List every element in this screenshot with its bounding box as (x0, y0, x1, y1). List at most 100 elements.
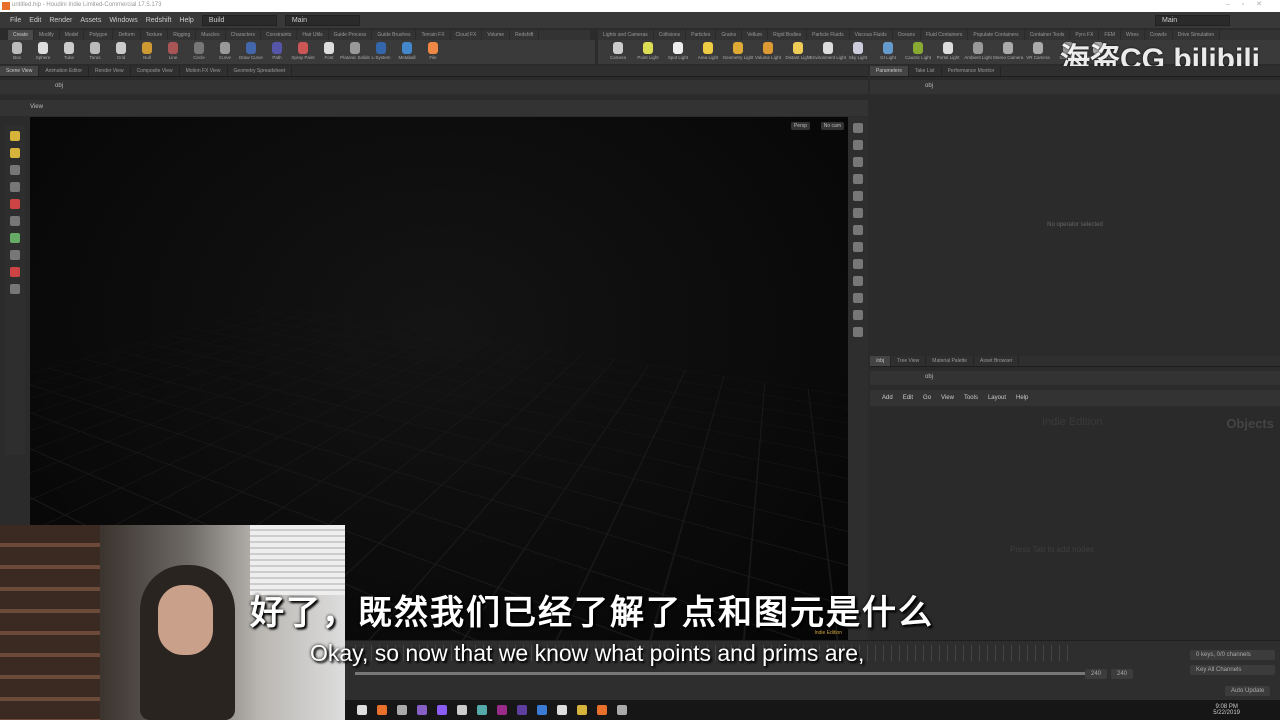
grid-icon[interactable] (853, 310, 863, 320)
pane-tab-0[interactable]: Scene View (0, 66, 40, 76)
handle-tool-icon[interactable] (10, 182, 20, 192)
visual-studio-icon[interactable] (417, 705, 427, 715)
param-path-bar[interactable]: obj (870, 80, 1280, 94)
pose-tool-icon[interactable] (10, 165, 20, 175)
numbers-icon[interactable] (853, 276, 863, 286)
shelf-tab-right-3[interactable]: Grains (716, 30, 743, 40)
shelf-tab-right-9[interactable]: Fluid Containers (921, 30, 969, 40)
tool-null[interactable]: Null (138, 42, 156, 62)
display-icon[interactable] (853, 123, 863, 133)
snap-magnet-icon[interactable] (10, 267, 20, 277)
shelf-tab-0[interactable]: Create (8, 30, 35, 40)
camera-button[interactable]: No cam (820, 122, 844, 130)
frame-end-field-2[interactable]: 240 (1111, 669, 1134, 679)
select-tool-icon[interactable] (10, 131, 20, 141)
photoshop-icon[interactable] (537, 705, 547, 715)
shelf-tab-right-5[interactable]: Rigid Bodies (768, 30, 808, 40)
tool-grid[interactable]: Grid (112, 42, 130, 62)
shelf-tab-14[interactable]: Cloud FX (451, 30, 483, 40)
houdini-taskbar-icon[interactable] (597, 705, 607, 715)
light-tool-distant-light[interactable]: Distant Light (786, 42, 811, 62)
path-bar[interactable]: obj (0, 80, 868, 94)
frame-end-field[interactable]: 240 (1085, 669, 1108, 679)
tool-tube[interactable]: Tube (60, 42, 78, 62)
light-tool-ambient-light[interactable]: Ambient Light (964, 42, 992, 62)
calculator-icon[interactable] (397, 705, 407, 715)
light-tool-geometry-light[interactable]: Geometry Light (723, 42, 753, 62)
light-tool-camera[interactable]: Camera (606, 42, 630, 62)
shelf-tab-right-4[interactable]: Vellum (742, 30, 769, 40)
visibility-icon[interactable] (853, 225, 863, 235)
shelf-tab-2[interactable]: Model (60, 30, 85, 40)
app-icon-3[interactable] (477, 705, 487, 715)
magnet-tool-icon[interactable] (10, 199, 20, 209)
window-controls[interactable]: –▫✕ (1226, 0, 1274, 8)
shelf-tab-15[interactable]: Volume (482, 30, 511, 40)
shelf-tab-right-8[interactable]: Oceans (893, 30, 921, 40)
network-menu-go[interactable]: Go (923, 395, 931, 401)
view-tool-icon[interactable] (10, 216, 20, 226)
keys-channels-dropdown[interactable]: 0 keys, 0/0 channels (1190, 650, 1275, 660)
menu-help[interactable]: Help (179, 17, 193, 24)
tool-torus[interactable]: Torus (86, 42, 104, 62)
normal-icon[interactable] (853, 259, 863, 269)
shading-icon[interactable] (853, 174, 863, 184)
desktop-select[interactable]: Build (201, 14, 277, 26)
light-tool-vr-camera[interactable]: VR Camera (1026, 42, 1050, 62)
light-tool-portal-light[interactable]: Portal Light (936, 42, 960, 62)
param-pane-tab-2[interactable]: Performance Monitor (942, 66, 1002, 76)
tool-l-system[interactable]: L-System (372, 42, 391, 62)
light-tool-area-light[interactable]: Area Light (696, 42, 720, 62)
light-tool-point-light[interactable]: Point Light (636, 42, 660, 62)
shelf-tab-right-7[interactable]: Viscous Fluids (850, 30, 893, 40)
tool-metaball[interactable]: Metaball (398, 42, 416, 62)
shelf-tab-4[interactable]: Deform (113, 30, 141, 40)
network-menu-tools[interactable]: Tools (964, 395, 978, 401)
shelf-tab-10[interactable]: Hair Utils (297, 30, 329, 40)
network-tab-1[interactable]: Tree View (891, 356, 927, 366)
shelf-tab-right-2[interactable]: Particles (686, 30, 717, 40)
network-tab-2[interactable]: Material Palette (926, 356, 975, 366)
chrome-icon[interactable] (377, 705, 387, 715)
clock[interactable]: 9:08 PM 5/22/2019 (1213, 704, 1240, 716)
pane-tab-4[interactable]: Motion FX View (180, 66, 228, 76)
tool-platonic-solids[interactable]: Platonic Solids (340, 42, 370, 62)
point-icon[interactable] (853, 242, 863, 252)
shelf-tab-8[interactable]: Characters (226, 30, 262, 40)
shelf-tab-11[interactable]: Guide Process (329, 30, 373, 40)
light-tool-sky-light[interactable]: Sky Light (846, 42, 870, 62)
range-slider[interactable] (355, 672, 1085, 675)
shelf-tab-5[interactable]: Texture (141, 30, 169, 40)
desktop-select-right[interactable]: Main (1155, 14, 1230, 26)
tool-box[interactable]: Box (8, 42, 26, 62)
network-tab-0[interactable]: /obj (870, 356, 892, 366)
snap-tool-icon[interactable] (10, 233, 20, 243)
transform-tool-icon[interactable] (10, 148, 20, 158)
tool-file[interactable]: File (424, 42, 442, 62)
network-menu-add[interactable]: Add (882, 395, 893, 401)
camera-app-icon[interactable] (457, 705, 467, 715)
network-path-bar[interactable]: obj (870, 371, 1280, 385)
shelf-tab-right-6[interactable]: Particle Fluids (807, 30, 850, 40)
shelf-tab-3[interactable]: Polygon (84, 30, 114, 40)
menu-windows[interactable]: Windows (109, 17, 137, 24)
shelf-tab-7[interactable]: Muscles (196, 30, 226, 40)
app-icon[interactable] (357, 705, 367, 715)
tool-path[interactable]: Path (268, 42, 286, 62)
shelf-tab-right-1[interactable]: Collisions (654, 30, 687, 40)
app-icon-2[interactable] (437, 705, 447, 715)
shelf-tab-13[interactable]: Terrain FX (416, 30, 451, 40)
shelf-tab-9[interactable]: Constraints (261, 30, 298, 40)
tool-curve[interactable]: Curve (216, 42, 234, 62)
after-effects-icon[interactable] (517, 705, 527, 715)
shelf-tab-6[interactable]: Rigging (168, 30, 197, 40)
menu-redshift[interactable]: Redshift (146, 17, 172, 24)
grid-tool-icon[interactable] (10, 250, 20, 260)
app-icon-4[interactable] (557, 705, 567, 715)
pane-tab-3[interactable]: Composite View (131, 66, 180, 76)
shelf-tab-right-10[interactable]: Populate Containers (968, 30, 1025, 40)
menu-file[interactable]: File (10, 17, 21, 24)
persp-button[interactable]: Persp (790, 122, 810, 130)
tool-spray-paint[interactable]: Spray Paint (291, 42, 315, 62)
pane-tab-5[interactable]: Geometry Spreadsheet (228, 66, 293, 76)
